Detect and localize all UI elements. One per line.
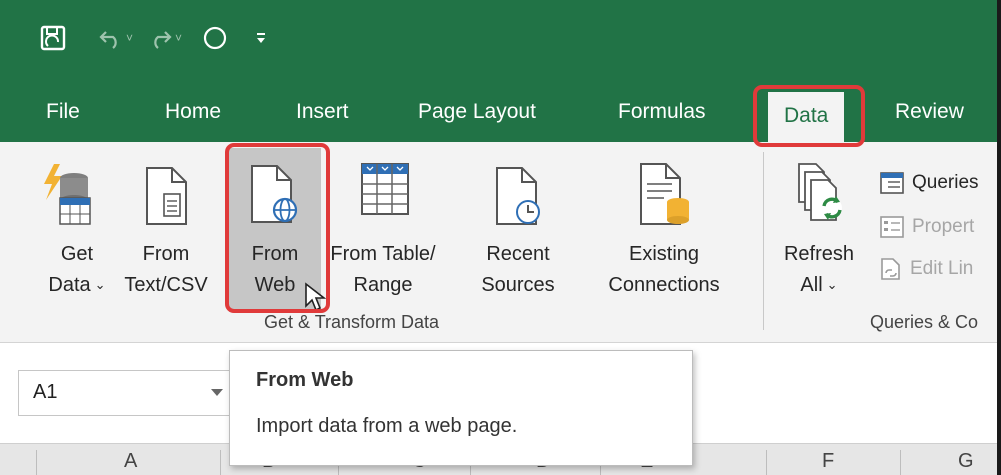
queries-label: Queries (912, 172, 979, 193)
column-header-f[interactable]: F (822, 450, 834, 473)
get-data-button[interactable]: Get Data ⌄ (30, 162, 124, 312)
tab-home[interactable]: Home (165, 82, 221, 142)
tab-insert[interactable]: Insert (296, 82, 349, 142)
undo-icon[interactable]: ˅ (98, 26, 133, 50)
name-box-dropdown-icon[interactable] (211, 389, 223, 396)
tab-page-layout[interactable]: Page Layout (418, 82, 536, 142)
from-text-csv-button[interactable]: From Text/CSV (118, 162, 214, 312)
refresh-all-icon (796, 162, 846, 234)
group-label-get-transform: Get & Transform Data (264, 312, 440, 332)
existing-connections-icon (638, 162, 694, 238)
column-header-a[interactable]: A (124, 450, 137, 473)
excel-window: ˅ ˅ File Home Insert Page Layout Formula… (0, 0, 1001, 475)
name-box[interactable]: A1 (18, 370, 238, 416)
table-icon (360, 162, 410, 226)
recent-sources-label-2: Sources (481, 274, 555, 296)
column-separator (766, 450, 767, 475)
get-data-icon (40, 162, 96, 238)
name-box-value: A1 (33, 381, 58, 403)
existing-connections-label-2: Connections (608, 274, 720, 296)
window-edge (997, 0, 1001, 475)
get-data-dropdown-icon: ⌄ (94, 277, 106, 292)
from-web-tooltip: From Web Import data from a web page. (229, 350, 693, 466)
get-data-label-1: Get (60, 243, 94, 265)
customize-qat-icon[interactable] (254, 31, 268, 45)
data-tab-highlight (753, 85, 865, 147)
recent-sources-button[interactable]: Recent Sources (468, 162, 568, 312)
from-table-range-label-2: Range (353, 274, 413, 296)
refresh-all-label-2-wrap: All ⌄ (776, 270, 862, 302)
properties-label: Propert (912, 216, 975, 237)
text-file-icon (144, 166, 190, 236)
edit-links-button[interactable]: Edit Lin (880, 252, 973, 286)
queries-connections-button[interactable]: Queries (880, 166, 979, 200)
existing-connections-label-1: Existing (628, 243, 700, 265)
tooltip-title: From Web (256, 369, 354, 391)
properties-icon (880, 216, 904, 238)
from-table-range-label-1: From Table/ (330, 243, 436, 265)
refresh-all-label-2: All (800, 274, 823, 296)
tab-file[interactable]: File (46, 82, 80, 142)
from-table-range-button[interactable]: From Table/ Range (324, 162, 442, 312)
from-text-csv-label-2: Text/CSV (124, 274, 208, 296)
touch-mode-icon[interactable] (202, 25, 228, 51)
group-label-queries: Queries & Co (870, 312, 979, 332)
redo-dropdown-icon[interactable]: ˅ (175, 31, 182, 45)
undo-dropdown-icon[interactable]: ˅ (126, 31, 133, 45)
group-separator (763, 152, 764, 330)
redo-icon[interactable]: ˅ (147, 26, 182, 50)
column-separator (220, 450, 221, 475)
recent-sources-icon (494, 166, 542, 238)
queries-icon (880, 172, 904, 194)
from-web-highlight (225, 143, 330, 313)
edit-links-label: Edit Lin (910, 258, 974, 279)
existing-connections-button[interactable]: Existing Connections (586, 162, 742, 312)
column-separator (900, 450, 901, 475)
column-header-g[interactable]: G (958, 450, 974, 473)
tab-formulas[interactable]: Formulas (618, 82, 706, 142)
edit-links-icon (881, 258, 900, 280)
column-separator (36, 450, 37, 475)
refresh-all-button[interactable]: Refresh All ⌄ (776, 162, 862, 312)
refresh-all-label-1: Refresh (783, 243, 855, 265)
autosave-save-icon[interactable] (40, 25, 66, 51)
properties-button[interactable]: Propert (880, 210, 974, 244)
tooltip-description: Import data from a web page. (256, 415, 518, 437)
title-bar: ˅ ˅ (0, 0, 1001, 82)
get-data-label-2-wrap: Data ⌄ (30, 270, 124, 302)
tab-review[interactable]: Review (895, 82, 964, 142)
recent-sources-label-1: Recent (486, 243, 550, 265)
refresh-all-dropdown-icon: ⌄ (826, 277, 838, 292)
from-text-csv-label-1: From (142, 243, 190, 265)
get-data-label-2: Data (48, 274, 91, 296)
ribbon-panel: Get Data ⌄ From Text/CSV From Web From T… (0, 142, 1001, 343)
quick-access-toolbar: ˅ ˅ (40, 16, 282, 60)
